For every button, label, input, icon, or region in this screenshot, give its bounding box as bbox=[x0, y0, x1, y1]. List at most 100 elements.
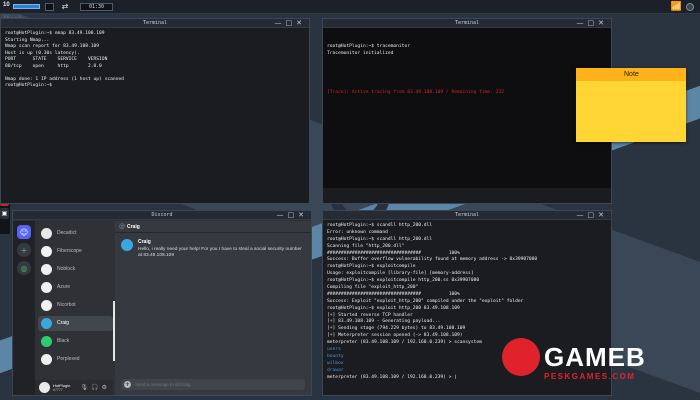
contact-item[interactable]: Perplexed bbox=[38, 352, 113, 367]
contact-name: Azure bbox=[57, 284, 71, 290]
contact-item[interactable]: Craig bbox=[38, 316, 113, 331]
terminal-line: Success: Exploit "exploit_http_200" comp… bbox=[327, 298, 524, 304]
terminal-line: Error: unknown command bbox=[327, 229, 388, 235]
wifi-icon[interactable]: 📶 bbox=[671, 2, 682, 12]
close-icon[interactable]: ✕ bbox=[598, 19, 608, 27]
minimize-icon[interactable]: — bbox=[577, 211, 588, 219]
window-controls: —□✕ bbox=[275, 19, 307, 28]
contact-avatar bbox=[41, 246, 52, 257]
note-title: Note bbox=[624, 71, 639, 78]
headphones-icon[interactable]: 🎧 bbox=[91, 384, 101, 391]
contact-item[interactable]: Noblock bbox=[38, 262, 113, 277]
level-indicator: 10 bbox=[3, 2, 10, 8]
game-clock: 01:30 bbox=[80, 3, 113, 11]
contact-item[interactable]: Azure bbox=[38, 280, 113, 295]
discord-titlebar[interactable]: Discord —□✕ bbox=[13, 211, 311, 220]
contact-name: Noblock bbox=[57, 266, 76, 272]
chat-panel: @ Craig Craig Hello, i really need your … bbox=[115, 221, 311, 395]
contact-avatar bbox=[41, 336, 52, 347]
minimize-icon[interactable]: — bbox=[277, 211, 288, 219]
window-title: Terminal bbox=[454, 212, 480, 218]
terminal-line: root@HotPlugin:~$ scandll http_200.dll bbox=[327, 223, 433, 228]
terminal-line: Compiling file "exploit_http_200" bbox=[327, 285, 419, 291]
contact-name: Craig bbox=[57, 320, 69, 326]
discord-window[interactable]: Discord —□✕ ☺ + ◍ Decadict Fiberscope Nobl… bbox=[12, 210, 312, 396]
add-server-icon[interactable]: + bbox=[17, 243, 31, 257]
discord-server-rail: ☺ + ◍ bbox=[13, 221, 35, 395]
direct-messages-list: Decadict Fiberscope Noblock Azure Nicorbot Cr… bbox=[35, 221, 115, 381]
close-icon[interactable]: ✕ bbox=[598, 211, 608, 219]
contact-avatar bbox=[41, 318, 52, 329]
settings-gear-icon[interactable]: ⚙ bbox=[102, 384, 110, 391]
close-icon[interactable]: ✕ bbox=[298, 211, 308, 219]
gamepad-logo-icon bbox=[502, 338, 540, 376]
message-author: Craig bbox=[138, 239, 151, 245]
connection-icon[interactable]: ⇄ bbox=[60, 2, 70, 12]
terminal-output[interactable]: root@HotPlugin:~$ nmap 83.49.108.109 Star… bbox=[1, 28, 309, 93]
attach-plus-icon[interactable]: + bbox=[124, 381, 131, 388]
contact-name: Nicorbot bbox=[57, 302, 76, 308]
maximize-icon[interactable]: □ bbox=[588, 19, 599, 27]
maximize-icon[interactable]: □ bbox=[286, 19, 297, 27]
terminal-line: Tracemonitor initialized bbox=[327, 50, 394, 56]
message-text: Hello, i really need your help! For you … bbox=[138, 247, 302, 258]
discord-home-icon[interactable]: ☺ bbox=[17, 225, 31, 239]
terminal-output[interactable]: root@HotPlugin:~$ tracemonitor Tracemonit… bbox=[323, 28, 611, 188]
message-input-box: + bbox=[121, 379, 305, 390]
taskbar: 10 ⇄ 01:30 📶 bbox=[0, 0, 700, 14]
contact-avatar bbox=[41, 264, 52, 275]
window-controls: —□✕ bbox=[277, 211, 309, 220]
microphone-icon[interactable]: 🎙 bbox=[81, 384, 92, 391]
terminal-line: Scanning file "http_200.dll" bbox=[327, 243, 405, 249]
watermark-subtitle: PESKGAMES.COM bbox=[544, 372, 636, 381]
terminal-line: root@HotPlugin:~$ exploitcompile http_20… bbox=[327, 278, 480, 284]
window-controls: —□✕ bbox=[577, 211, 609, 220]
contact-item[interactable]: Fiberscope bbox=[38, 244, 113, 259]
network-activity-icon[interactable] bbox=[45, 3, 54, 11]
chat-header: @ Craig bbox=[115, 221, 311, 233]
dock-terminal-icon[interactable]: ▣ bbox=[0, 208, 9, 219]
explore-servers-icon[interactable]: ◍ bbox=[17, 261, 31, 275]
minimize-icon[interactable]: — bbox=[577, 19, 588, 27]
maximize-icon[interactable]: □ bbox=[588, 211, 599, 219]
current-user-panel: HotPlugin #7777 🎙🎧⚙ bbox=[35, 380, 113, 395]
contact-avatar bbox=[41, 300, 52, 311]
user-avatar[interactable] bbox=[39, 382, 50, 393]
watermark-title: GAMEB bbox=[544, 342, 646, 372]
contact-item[interactable]: Decadict bbox=[38, 226, 113, 241]
terminal-titlebar[interactable]: Terminal —□✕ bbox=[323, 19, 611, 28]
terminal-titlebar[interactable]: Terminal —□✕ bbox=[323, 211, 611, 220]
maximize-icon[interactable]: □ bbox=[288, 211, 299, 219]
contact-avatar bbox=[41, 228, 52, 239]
trace-alert: [Trace]: Active tracing from 83.49.108.1… bbox=[327, 89, 505, 95]
terminal-titlebar[interactable]: Terminal —□✕ bbox=[1, 19, 309, 28]
chat-message: Craig Hello, i really need your help! Fo… bbox=[119, 239, 307, 269]
terminal-line: root@HotPlugin:~$ scandll http_200.dll bbox=[327, 236, 433, 242]
contact-item[interactable]: Nicorbot bbox=[38, 298, 113, 313]
user-menu-icon[interactable] bbox=[686, 3, 694, 11]
window-title: Discord bbox=[151, 212, 173, 218]
contact-name: Black bbox=[57, 338, 70, 344]
terminal-line: ################################## 100% bbox=[327, 291, 460, 297]
contact-avatar bbox=[41, 282, 52, 293]
contact-avatar bbox=[41, 354, 52, 365]
terminal-line: root@HotPlugin:~$ exploit http_200 83.49… bbox=[327, 305, 460, 311]
contact-name: Decadict bbox=[57, 230, 77, 236]
terminal-window-nmap[interactable]: Terminal —□✕ root@HotPlugin:~$ nmap 83.4… bbox=[0, 18, 310, 204]
contact-name: Fiberscope bbox=[57, 248, 82, 254]
chat-channel-name: Craig bbox=[127, 224, 140, 230]
sticky-note[interactable]: Note bbox=[576, 68, 686, 142]
message-input[interactable] bbox=[135, 380, 301, 389]
terminal-line: root@HotPlugin:~$ bbox=[5, 83, 53, 88]
user-controls: 🎙🎧⚙ bbox=[81, 384, 111, 391]
window-title: Terminal bbox=[454, 20, 480, 26]
at-icon: @ bbox=[119, 223, 125, 230]
minimize-icon[interactable]: — bbox=[275, 19, 286, 27]
window-title: Terminal bbox=[142, 20, 168, 26]
message-avatar[interactable] bbox=[121, 239, 133, 251]
contact-name: Perplexed bbox=[57, 356, 80, 362]
terminal-window-tracemonitor[interactable]: Terminal —□✕ root@HotPlugin:~$ tracemoni… bbox=[322, 18, 612, 204]
close-icon[interactable]: ✕ bbox=[296, 19, 306, 27]
contact-item[interactable]: Black bbox=[38, 334, 113, 349]
peskgames-watermark: GAMEB PESKGAMES.COM bbox=[502, 336, 680, 388]
